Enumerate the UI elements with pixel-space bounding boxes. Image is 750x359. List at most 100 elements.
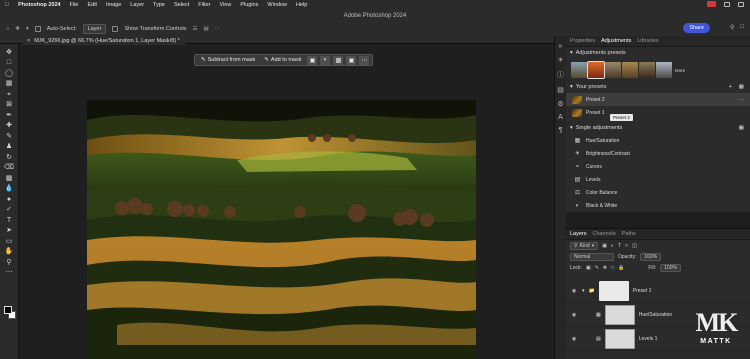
menu-type[interactable]: Type — [153, 2, 165, 8]
learn-icon[interactable]: ☀ — [557, 56, 563, 64]
type-filter-icon[interactable]: T — [618, 243, 621, 249]
document-tab[interactable]: × MJK_9266.jpg @ 66.7% (Hue/Saturation 1… — [22, 36, 185, 45]
menu-file[interactable]: File — [70, 2, 79, 8]
apple-icon[interactable]:  — [5, 2, 9, 8]
align-icon[interactable]: ☰ — [193, 26, 198, 32]
fill-mask-icon[interactable]: ▩ — [333, 55, 344, 65]
distribute-icon[interactable]: ▤ — [203, 26, 208, 32]
stamp-tool-icon[interactable]: ♟ — [5, 143, 14, 151]
hand-tool-icon[interactable]: ✋ — [5, 248, 14, 256]
adjustments-presets-header[interactable]: ▾ Adjustments presets — [566, 47, 750, 59]
adjustment-item[interactable]: ▦ Hue/Saturation — [566, 134, 750, 147]
lock-pixels-icon[interactable]: ▣ — [586, 265, 591, 271]
tab-adjustments[interactable]: Adjustments — [601, 38, 631, 44]
tab-layers[interactable]: Layers — [570, 231, 587, 237]
preset-thumbnail[interactable] — [622, 62, 638, 78]
lasso-tool-icon[interactable]: ◯ — [5, 69, 14, 77]
add-to-mask-button[interactable]: ✎ Add to mask — [261, 56, 304, 64]
subtract-from-mask-button[interactable]: ✎ Subtract from mask — [198, 56, 258, 64]
adjustment-item[interactable]: ≈ Curves — [566, 160, 750, 173]
preset-thumbnail[interactable] — [571, 62, 587, 78]
menu-window[interactable]: Window — [267, 2, 287, 8]
auto-select-dropdown[interactable]: Layer — [82, 24, 107, 34]
layer-mask-thumbnail[interactable] — [604, 304, 635, 325]
grid-view-icon[interactable]: ▦ — [739, 125, 744, 131]
menu-select[interactable]: Select — [174, 2, 189, 8]
pen-tool-icon[interactable]: ✓ — [5, 206, 14, 214]
more-options-icon[interactable]: ⋯ — [359, 55, 370, 65]
eye-icon[interactable]: ◉ — [570, 312, 578, 318]
close-icon[interactable]: × — [27, 38, 30, 44]
preset-item[interactable]: Preset 2 ⋯ — [566, 93, 750, 106]
preset-thumbnail[interactable] — [656, 62, 672, 78]
home-icon[interactable]: ⌂ — [6, 26, 9, 32]
eyedropper-tool-icon[interactable]: ✒ — [5, 111, 14, 119]
share-button[interactable]: Share — [683, 23, 710, 33]
type-tool-icon[interactable]: T — [5, 216, 14, 224]
history-brush-icon[interactable]: ↻ — [5, 153, 14, 161]
preset-thumbnail[interactable] — [639, 62, 655, 78]
dodge-tool-icon[interactable]: ● — [5, 195, 14, 203]
menu-filter[interactable]: Filter — [198, 2, 210, 8]
layer-kind-filter[interactable]: ⚲ Kind ▾ — [570, 241, 599, 250]
preset-thumbnail[interactable] — [587, 61, 605, 79]
character-icon[interactable]: A — [558, 114, 563, 121]
control-center-icon[interactable] — [738, 1, 744, 7]
menu-view[interactable]: View — [220, 2, 232, 8]
adjustment-item[interactable]: ⚖ Color Balance — [566, 186, 750, 199]
screen-icon[interactable] — [724, 1, 730, 7]
opacity-input[interactable]: 100% — [640, 252, 662, 261]
shape-tool-icon[interactable]: ▭ — [5, 237, 14, 245]
path-select-icon[interactable]: ➤ — [5, 227, 14, 235]
layer-mask-thumbnail[interactable] — [604, 328, 635, 349]
adjustment-item[interactable]: ☀ Brightness/Contrast — [566, 147, 750, 160]
tab-libraries[interactable]: Libraries — [637, 38, 658, 44]
fill-input[interactable]: 100% — [660, 263, 681, 272]
transform-controls-checkbox[interactable] — [112, 26, 119, 32]
brush-tool-icon[interactable]: ✎ — [5, 132, 14, 140]
eye-icon[interactable]: ◉ — [570, 336, 578, 342]
more-options-icon[interactable]: ⋯ — [215, 26, 221, 32]
adjustment-filter-icon[interactable]: ◐ — [611, 243, 614, 249]
tab-paths[interactable]: Paths — [622, 231, 636, 237]
menu-layer[interactable]: Layer — [130, 2, 144, 8]
adjustment-item[interactable]: ▤ Levels — [566, 173, 750, 186]
crop-tool-icon[interactable]: ⌖ — [5, 90, 14, 98]
frame-tool-icon[interactable]: ⊠ — [5, 101, 14, 109]
feather-mask-icon[interactable]: ◐ — [320, 55, 331, 65]
paragraph-icon[interactable]: ¶ — [559, 127, 563, 134]
info-icon[interactable]: ⓘ — [557, 70, 564, 80]
auto-select-checkbox[interactable] — [34, 26, 41, 32]
chevron-down-icon[interactable]: ▾ — [26, 26, 29, 32]
recording-icon[interactable] — [707, 1, 716, 7]
invert-mask-icon[interactable]: ▣ — [307, 55, 318, 65]
mask-options-icon[interactable]: ▣ — [346, 55, 357, 65]
smart-object-filter-icon[interactable]: ◫ — [632, 243, 637, 249]
expand-panels-icon[interactable]: » — [559, 43, 563, 50]
foreground-color-swatch[interactable] — [4, 306, 12, 314]
grid-view-icon[interactable]: ▦ — [739, 84, 744, 90]
zoom-tool-icon[interactable]: ⚲ — [5, 258, 14, 266]
properties-icon[interactable]: ⚙ — [557, 100, 563, 108]
adjustment-item[interactable]: ◐ Black & White — [566, 199, 750, 212]
move-tool-icon[interactable]: ✥ — [15, 26, 20, 32]
search-icon[interactable]: ⚲ — [730, 24, 734, 31]
preset-thumbnail[interactable] — [605, 62, 621, 78]
blend-mode-dropdown[interactable]: Normal — [570, 252, 614, 261]
lock-position-icon[interactable]: ✥ — [603, 265, 607, 271]
menu-help[interactable]: Help — [296, 2, 307, 8]
workspace-icon[interactable]: □ — [740, 24, 744, 31]
landscape-photo[interactable] — [87, 100, 476, 359]
more-options-icon[interactable]: ⋯ — [739, 97, 744, 103]
marquee-tool-icon[interactable]: □ — [5, 59, 14, 67]
eraser-tool-icon[interactable]: ⌫ — [4, 164, 14, 172]
menu-plugins[interactable]: Plugins — [240, 2, 258, 8]
chevron-down-icon[interactable]: ▾ — [582, 288, 585, 294]
lock-artboard-icon[interactable]: □ — [611, 265, 614, 271]
lock-paint-icon[interactable]: ✎ — [595, 265, 599, 271]
pixel-filter-icon[interactable]: ▣ — [602, 243, 607, 249]
tab-channels[interactable]: Channels — [593, 231, 616, 237]
gradient-tool-icon[interactable]: ▩ — [5, 174, 14, 182]
object-select-tool-icon[interactable]: ▦ — [5, 80, 14, 88]
eye-icon[interactable]: ◉ — [570, 288, 578, 294]
